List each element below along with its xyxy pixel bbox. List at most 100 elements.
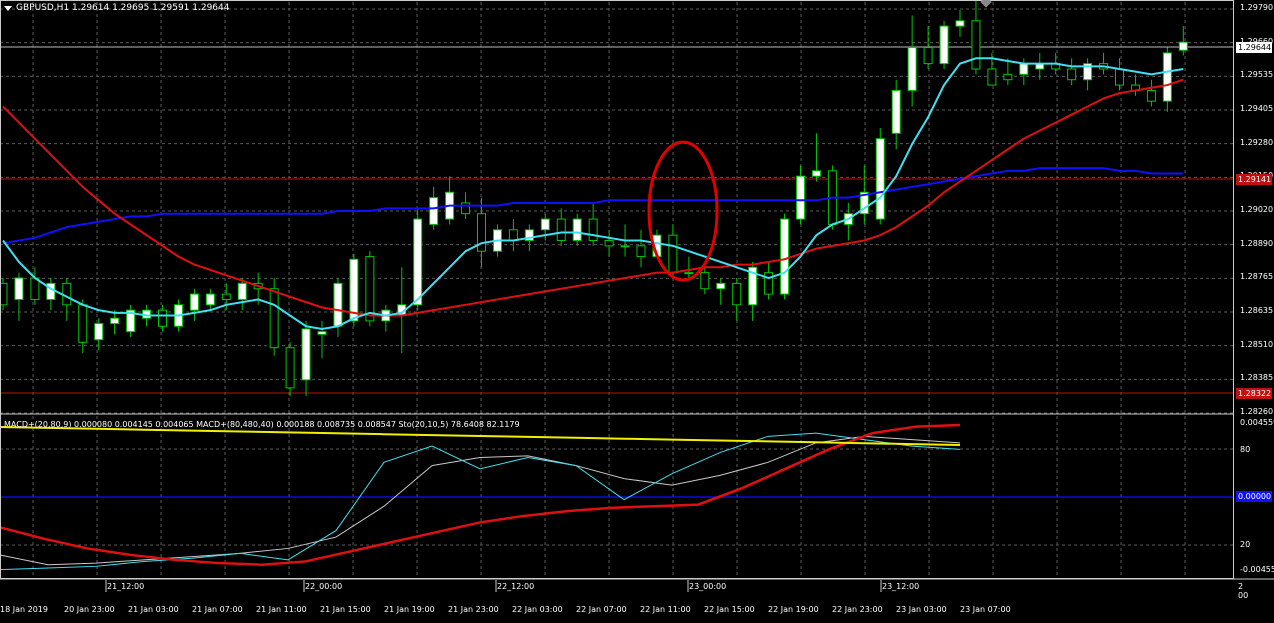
time-minor-label: 23 Jan 07:00 <box>960 605 1011 614</box>
time-minor-label: 22 Jan 07:00 <box>576 605 627 614</box>
candle-body <box>987 68 997 86</box>
time-minor-label: 21 Jan 03:00 <box>128 605 179 614</box>
indicator-axis-20: 20 <box>1240 540 1251 549</box>
candle-body <box>269 288 279 349</box>
candle-body <box>796 175 805 220</box>
time-minor-label: 22 Jan 23:00 <box>832 605 883 614</box>
candle-body <box>365 256 375 322</box>
time-major-label: 22_12:00 <box>497 582 535 591</box>
time-axis-scale: 2 00 <box>1238 582 1249 600</box>
price-chart[interactable] <box>0 0 1274 623</box>
candle-body <box>1146 89 1156 102</box>
price-axis-label: 1.28635 <box>1240 306 1274 315</box>
chart-grid <box>0 2 1233 577</box>
price-axis-label: 1.29405 <box>1240 104 1274 113</box>
level-low-tag: 1.28322 <box>1236 388 1272 399</box>
macd-fast-line <box>0 426 961 446</box>
price-axis-label: 1.28260 <box>1240 407 1274 416</box>
chart-border <box>0 0 1234 579</box>
chart-title: GBPUSD,H1 1.29614 1.29695 1.29591 1.2964… <box>16 3 230 13</box>
candle-body <box>14 277 24 300</box>
stoch-main-line <box>0 432 961 571</box>
candle-body <box>333 282 343 327</box>
candle-body <box>572 218 582 241</box>
candle-body <box>604 239 614 247</box>
time-minor-label: 21 Jan 23:00 <box>448 605 499 614</box>
candle-body <box>78 304 88 343</box>
ma-fast-line <box>2 57 1184 330</box>
time-major-label: 23_12:00 <box>882 582 920 591</box>
candle-body <box>1003 73 1013 81</box>
ma-mid-line <box>2 78 1184 317</box>
candle-body <box>110 317 120 325</box>
candle-body <box>221 293 231 300</box>
candle-body <box>588 218 598 241</box>
candle-body <box>0 282 8 306</box>
candle-body <box>955 20 965 27</box>
time-minor-label: 23 Jan 03:00 <box>896 605 947 614</box>
candle-body <box>413 218 423 306</box>
candle-body <box>875 138 885 220</box>
price-axis-label: 1.28765 <box>1240 272 1274 282</box>
candle-body <box>668 234 678 274</box>
current-price-tag: 1.29644 <box>1236 42 1272 53</box>
time-minor-label: 22 Jan 11:00 <box>640 605 691 614</box>
candle-body <box>684 272 694 275</box>
level-high-tag: 1.29141 <box>1236 174 1272 185</box>
candle-body <box>540 218 550 231</box>
candle-body <box>317 331 327 335</box>
candle-body <box>939 25 949 65</box>
candle-body <box>285 347 295 389</box>
price-axis-label: 1.29535 <box>1240 70 1274 80</box>
time-minor-label: 20 Jan 23:00 <box>64 605 115 614</box>
time-minor-label: 22 Jan 19:00 <box>768 605 819 614</box>
candle-body <box>556 218 566 241</box>
candle-body <box>189 293 199 311</box>
candle-body <box>620 245 630 248</box>
price-axis-label: 1.28890 <box>1240 238 1274 248</box>
candle-body <box>1178 41 1188 51</box>
candle-body <box>811 170 821 177</box>
candle-body <box>237 282 247 300</box>
time-minor-label: 21 Jan 11:00 <box>256 605 307 614</box>
time-minor-label: 21 Jan 15:00 <box>320 605 371 614</box>
indicator-header: MACD+(20,80,9) 0.000080 0.004145 0.00406… <box>4 420 520 429</box>
candle-body <box>1019 63 1029 75</box>
indicator-axis-bottom: -0.00455 <box>1240 565 1274 574</box>
candle-body <box>716 282 726 290</box>
chart-menu-icon[interactable] <box>4 6 12 11</box>
candle-body <box>764 272 774 295</box>
candle-body <box>1067 68 1077 81</box>
candle-body <box>891 89 901 134</box>
indicator-axis-top: 0.004559 <box>1240 418 1274 427</box>
candle-body <box>30 277 40 300</box>
time-major-label: 23_00:00 <box>689 582 727 591</box>
time-minor-label: 22 Jan 03:00 <box>512 605 563 614</box>
time-minor-label: 21 Jan 07:00 <box>192 605 243 614</box>
price-axis-label: 1.29790 <box>1240 3 1274 12</box>
candle-body <box>461 202 471 215</box>
candle-body <box>62 282 72 306</box>
candle-body <box>732 282 742 306</box>
candle-body <box>700 272 710 290</box>
candle-body <box>1162 52 1172 102</box>
candle-body <box>971 20 981 70</box>
candle-body <box>780 218 790 295</box>
price-axis-label: 1.28385 <box>1240 373 1274 383</box>
candlesticks <box>0 0 1188 396</box>
candle-body <box>1115 68 1124 86</box>
moving-averages <box>2 57 1184 330</box>
indicator-axis-80: 80 <box>1240 445 1251 454</box>
price-axis-label: 1.29280 <box>1240 137 1274 147</box>
annotation-ellipse <box>647 140 719 282</box>
candle-body <box>508 229 518 241</box>
candle-body <box>923 47 933 65</box>
candle-body <box>636 245 646 258</box>
indicator-zero-tag: 0.00000 <box>1236 491 1272 502</box>
time-minor-label: 18 Jan 2019 <box>0 605 48 614</box>
candle-body <box>205 293 215 306</box>
candle-body <box>301 328 311 381</box>
candle-body <box>158 309 167 327</box>
candle-body <box>907 47 917 91</box>
time-major-label: 22_00:00 <box>305 582 343 591</box>
